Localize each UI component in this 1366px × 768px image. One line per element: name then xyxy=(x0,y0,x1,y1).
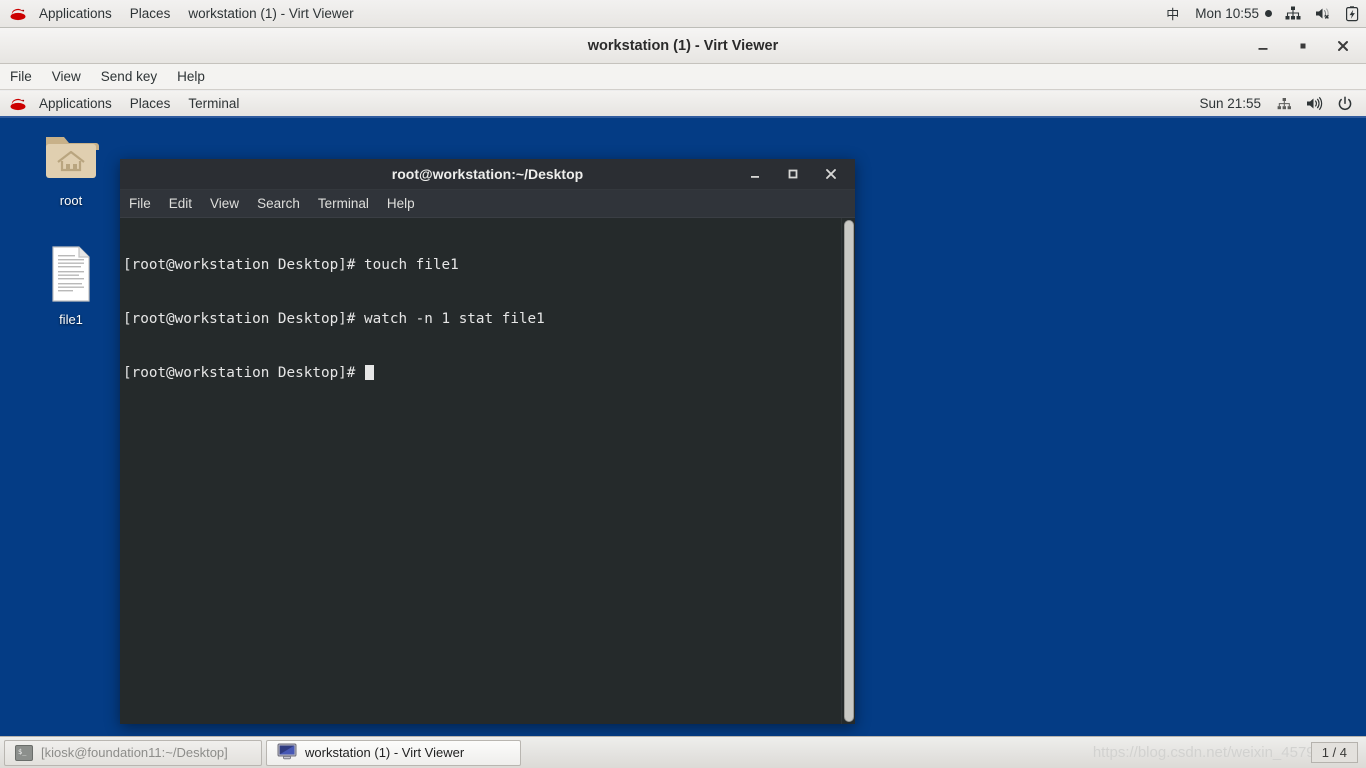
virt-menu-help-label: Help xyxy=(177,69,205,84)
host-taskbar-window-virt-viewer[interactable]: workstation (1) - Virt Viewer xyxy=(266,739,521,766)
desktop-icon-root-label: root xyxy=(59,193,83,208)
terminal-menu-view[interactable]: View xyxy=(201,190,248,218)
maximize-icon[interactable] xyxy=(1292,35,1314,57)
virt-viewer-menubar: File View Send key Help xyxy=(0,64,1366,90)
close-icon[interactable] xyxy=(1332,35,1354,57)
host-taskbar-window-virt-viewer-label: workstation (1) - Virt Viewer xyxy=(305,745,465,760)
desktop-icon-root[interactable]: root xyxy=(27,131,115,208)
terminal-prompt: [root@workstation Desktop]# xyxy=(123,365,365,381)
terminal-menu-help[interactable]: Help xyxy=(378,190,424,218)
host-taskbar: [kiosk@foundation11:~/Desktop] workstati… xyxy=(0,736,1366,768)
terminal-icon xyxy=(15,744,33,761)
document-icon xyxy=(49,246,93,307)
terminal-menu-edit[interactable]: Edit xyxy=(160,190,201,218)
terminal-output[interactable]: [root@workstation Desktop]# touch file1 … xyxy=(120,218,841,724)
guest-menu-applications-label: Applications xyxy=(39,96,112,111)
terminal-line: [root@workstation Desktop]# watch -n 1 s… xyxy=(123,311,545,327)
host-workspace-indicator-label: 1 / 4 xyxy=(1321,745,1347,760)
terminal-titlebar[interactable]: root@workstation:~/Desktop xyxy=(120,159,855,190)
terminal-menu-search-label: Search xyxy=(257,196,300,211)
guest-clock-label: Sun 21:55 xyxy=(1199,96,1261,111)
virt-menu-view[interactable]: View xyxy=(42,64,91,90)
maximize-icon[interactable] xyxy=(783,164,803,184)
guest-menu-terminal[interactable]: Terminal xyxy=(179,91,248,116)
virt-viewer-titlebar[interactable]: workstation (1) - Virt Viewer xyxy=(0,28,1366,64)
notification-dot-icon xyxy=(1265,10,1272,17)
guest-menu-places[interactable]: Places xyxy=(121,91,180,116)
home-folder-icon xyxy=(42,131,100,188)
terminal-menu-terminal[interactable]: Terminal xyxy=(309,190,378,218)
power-icon[interactable] xyxy=(1330,95,1360,112)
terminal-menubar: File Edit View Search Terminal Help xyxy=(120,190,855,218)
virt-menu-help[interactable]: Help xyxy=(167,64,215,90)
host-panel-tray: 中 Mon 10:55 xyxy=(1156,0,1366,28)
monitor-icon xyxy=(277,743,297,763)
host-menu-applications[interactable]: Applications xyxy=(30,0,121,28)
terminal-window-controls xyxy=(745,164,855,184)
host-clock[interactable]: Mon 10:55 xyxy=(1189,6,1278,21)
host-menu-applications-label: Applications xyxy=(39,6,112,21)
guest-menu-applications[interactable]: Applications xyxy=(30,91,121,116)
virt-viewer-title: workstation (1) - Virt Viewer xyxy=(587,37,779,54)
network-icon[interactable] xyxy=(1278,6,1308,21)
guest-desktop[interactable]: Applications Places Terminal Sun 21:55 r… xyxy=(0,91,1366,768)
virt-viewer-window-controls xyxy=(1252,28,1366,64)
guest-panel-tray: Sun 21:55 xyxy=(1190,90,1366,117)
terminal-menu-file-label: File xyxy=(129,196,151,211)
host-menu-places-label: Places xyxy=(129,6,171,21)
virt-menu-send-key[interactable]: Send key xyxy=(91,64,167,90)
host-top-panel: Applications Places workstation (1) - Vi… xyxy=(0,0,1366,28)
terminal-prompt-line: [root@workstation Desktop]# xyxy=(123,364,837,382)
host-menu-places[interactable]: Places xyxy=(121,0,180,28)
network-icon[interactable] xyxy=(1270,97,1299,111)
ime-indicator-label: 中 xyxy=(1166,8,1180,23)
terminal-menu-terminal-label: Terminal xyxy=(317,196,369,211)
redhat-logo-icon xyxy=(8,6,28,22)
virt-menu-file[interactable]: File xyxy=(0,64,42,90)
terminal-line: [root@workstation Desktop]# touch file1 xyxy=(123,257,459,273)
terminal-scrollbar[interactable] xyxy=(841,218,855,724)
virt-menu-send-key-label: Send key xyxy=(100,69,158,84)
close-icon[interactable] xyxy=(821,164,841,184)
speaker-icon[interactable] xyxy=(1299,96,1330,111)
virt-menu-file-label: File xyxy=(10,69,32,84)
host-active-window-title[interactable]: workstation (1) - Virt Viewer xyxy=(179,0,362,28)
redhat-logo-icon xyxy=(8,96,28,112)
terminal-menu-search[interactable]: Search xyxy=(248,190,309,218)
guest-menu-terminal-label: Terminal xyxy=(188,96,240,111)
desktop-icon-file1[interactable]: file1 xyxy=(27,246,115,327)
terminal-menu-file[interactable]: File xyxy=(120,190,160,218)
ime-indicator[interactable]: 中 xyxy=(1156,4,1189,23)
terminal-menu-edit-label: Edit xyxy=(168,196,193,211)
terminal-menu-help-label: Help xyxy=(386,196,415,211)
host-clock-label: Mon 10:55 xyxy=(1195,6,1259,21)
host-taskbar-window-kiosk-terminal[interactable]: [kiosk@foundation11:~/Desktop] xyxy=(4,739,262,766)
terminal-scrollbar-thumb[interactable] xyxy=(844,220,854,722)
host-active-window-title-label: workstation (1) - Virt Viewer xyxy=(188,6,354,21)
guest-clock[interactable]: Sun 21:55 xyxy=(1190,91,1270,116)
minimize-icon[interactable] xyxy=(745,164,765,184)
virt-menu-view-label: View xyxy=(51,69,81,84)
speaker-muted-icon[interactable] xyxy=(1308,6,1339,21)
battery-charging-icon[interactable] xyxy=(1339,5,1366,22)
terminal-cursor xyxy=(365,365,374,380)
host-taskbar-window-kiosk-terminal-label: [kiosk@foundation11:~/Desktop] xyxy=(41,745,228,760)
virt-viewer-window: workstation (1) - Virt Viewer File View … xyxy=(0,28,1366,768)
guest-menu-places-label: Places xyxy=(129,96,171,111)
minimize-icon[interactable] xyxy=(1252,35,1274,57)
terminal-menu-view-label: View xyxy=(210,196,240,211)
terminal-window: root@workstation:~/Desktop File Edit Vie… xyxy=(120,159,855,724)
host-workspace-indicator[interactable]: 1 / 4 xyxy=(1310,742,1358,763)
guest-top-panel: Applications Places Terminal Sun 21:55 xyxy=(0,91,1366,118)
terminal-body[interactable]: [root@workstation Desktop]# touch file1 … xyxy=(120,218,855,724)
desktop-icon-file1-label: file1 xyxy=(59,312,83,327)
